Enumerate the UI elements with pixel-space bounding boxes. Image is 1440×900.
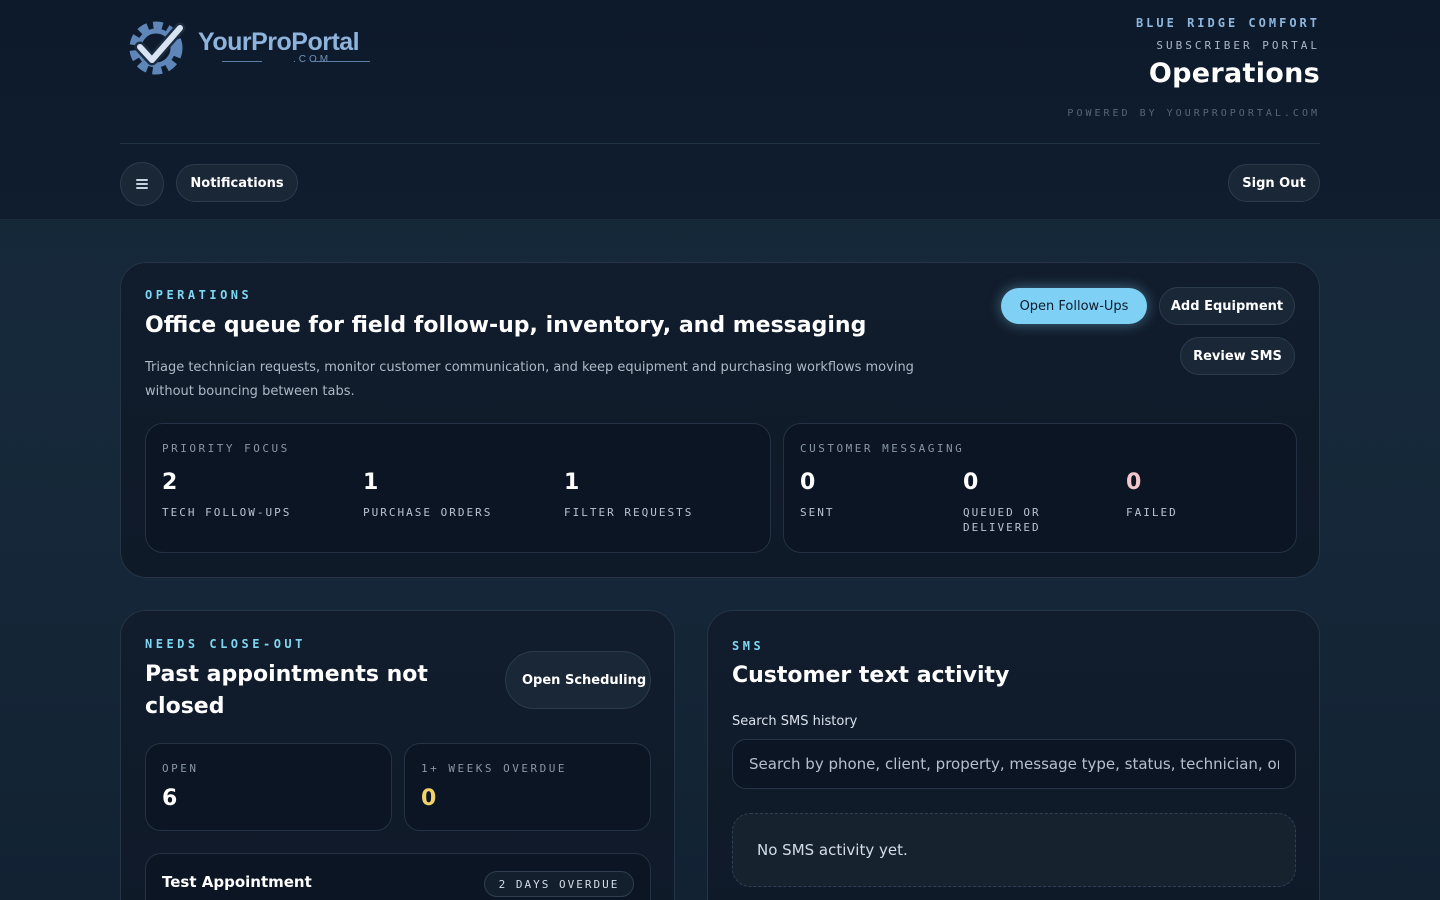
weeks-overdue-count: 0 — [421, 786, 437, 811]
operations-title: Office queue for field follow-up, invent… — [145, 313, 867, 338]
failed-caption: FAILED — [1126, 506, 1178, 519]
sign-out-button[interactable]: Sign Out — [1228, 164, 1320, 202]
needs-close-out-card: NEEDS CLOSE-OUT Past appointments not cl… — [120, 610, 675, 900]
sent-caption: SENT — [800, 506, 835, 519]
filter-requests-count: 1 — [564, 470, 580, 495]
tech-follow-ups-count: 2 — [162, 470, 178, 495]
header-divider — [120, 143, 1320, 144]
weeks-overdue-panel: 1+ WEEKS OVERDUE 0 — [404, 743, 651, 831]
notifications-button[interactable]: Notifications — [176, 164, 298, 202]
logo-subtext: .COM — [292, 54, 332, 65]
company-name: BLUE RIDGE COMFORT — [1135, 16, 1320, 30]
appointment-name: Test Appointment — [162, 873, 312, 891]
open-scheduling-button[interactable]: Open Scheduling — [505, 651, 651, 709]
page-title: Operations — [1148, 58, 1320, 89]
purchase-orders-count: 1 — [363, 470, 379, 495]
close-out-title: Past appointments not closed — [145, 662, 428, 719]
weeks-overdue-label: 1+ WEEKS OVERDUE — [421, 762, 567, 775]
open-label: OPEN — [162, 762, 199, 775]
overdue-badge: 2 DAYS OVERDUE — [484, 871, 634, 897]
priority-focus-label: PRIORITY FOCUS — [162, 442, 290, 455]
sms-empty-state: No SMS activity yet. — [732, 813, 1296, 887]
customer-messaging-panel: CUSTOMER MESSAGING 0 SENT 0 QUEUED OR DE… — [783, 423, 1297, 553]
open-count-panel: OPEN 6 — [145, 743, 392, 831]
purchase-orders-caption: PURCHASE ORDERS — [363, 506, 493, 519]
sms-empty-text: No SMS activity yet. — [757, 841, 908, 859]
logo-text: YourProPortal — [198, 28, 360, 56]
failed-count: 0 — [1126, 470, 1142, 495]
yourproportal-logo[interactable]: YourProPortal .COM — [122, 16, 412, 80]
close-out-eyebrow: NEEDS CLOSE-OUT — [145, 637, 306, 651]
tech-follow-ups-caption: TECH FOLLOW-UPS — [162, 506, 292, 519]
powered-by: POWERED BY YOURPROPORTAL.COM — [1067, 108, 1320, 119]
sms-card: SMS Customer text activity Search SMS hi… — [707, 610, 1320, 900]
gear-check-icon — [129, 21, 186, 75]
sms-title: Customer text activity — [732, 663, 1010, 688]
open-count: 6 — [162, 786, 178, 811]
filter-requests-caption: FILTER REQUESTS — [564, 506, 694, 519]
hamburger-menu-icon — [136, 179, 148, 189]
sms-search-input[interactable] — [732, 739, 1296, 789]
priority-focus-panel: PRIORITY FOCUS 2 TECH FOLLOW-UPS 1 PURCH… — [145, 423, 771, 553]
sms-search-label: Search SMS history — [732, 714, 858, 729]
sent-count: 0 — [800, 470, 816, 495]
review-sms-button[interactable]: Review SMS — [1180, 337, 1295, 375]
open-follow-ups-button[interactable]: Open Follow-Ups — [1001, 288, 1147, 324]
menu-button[interactable] — [120, 162, 164, 206]
customer-messaging-label: CUSTOMER MESSAGING — [800, 442, 965, 455]
logo-rule-right — [314, 61, 370, 62]
portal-label: SUBSCRIBER PORTAL — [1156, 39, 1320, 52]
queued-caption: QUEUED OR DELIVERED — [963, 506, 1041, 534]
app-header: YourProPortal .COM BLUE RIDGE COMFORT SU… — [0, 0, 1440, 220]
operations-eyebrow: OPERATIONS — [145, 288, 253, 302]
operations-description: Triage technician requests, monitor cust… — [145, 360, 914, 399]
appointment-item[interactable]: Test Appointment 2 DAYS OVERDUE — [145, 853, 651, 900]
sms-eyebrow: SMS — [732, 639, 765, 653]
operations-card: OPERATIONS Office queue for field follow… — [120, 262, 1320, 578]
add-equipment-button[interactable]: Add Equipment — [1159, 287, 1295, 325]
queued-count: 0 — [963, 470, 979, 495]
brand-block: BLUE RIDGE COMFORT SUBSCRIBER PORTAL Ope… — [1136, 16, 1320, 89]
